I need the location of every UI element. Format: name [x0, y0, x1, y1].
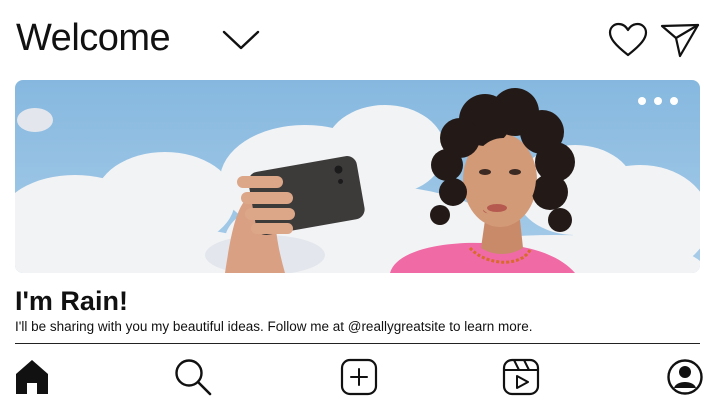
dot	[670, 97, 678, 105]
page-title: Welcome	[16, 17, 171, 59]
send-icon[interactable]	[660, 22, 700, 58]
create-icon[interactable]	[340, 358, 378, 396]
dot	[638, 97, 646, 105]
profile-icon[interactable]	[666, 358, 704, 396]
banner-illustration	[15, 80, 700, 273]
home-icon[interactable]	[13, 358, 51, 396]
dot	[654, 97, 662, 105]
more-options-icon[interactable]	[638, 96, 678, 106]
chevron-down-icon[interactable]	[222, 28, 260, 52]
bottom-nav	[0, 344, 720, 405]
profile-bio: I'll be sharing with you my beautiful id…	[15, 319, 533, 334]
reels-icon[interactable]	[502, 358, 540, 396]
search-icon[interactable]	[174, 358, 212, 396]
profile-banner-image	[15, 80, 700, 273]
heart-icon[interactable]	[608, 22, 648, 58]
profile-name: I'm Rain!	[15, 286, 128, 316]
app-header: Welcome	[0, 0, 720, 78]
